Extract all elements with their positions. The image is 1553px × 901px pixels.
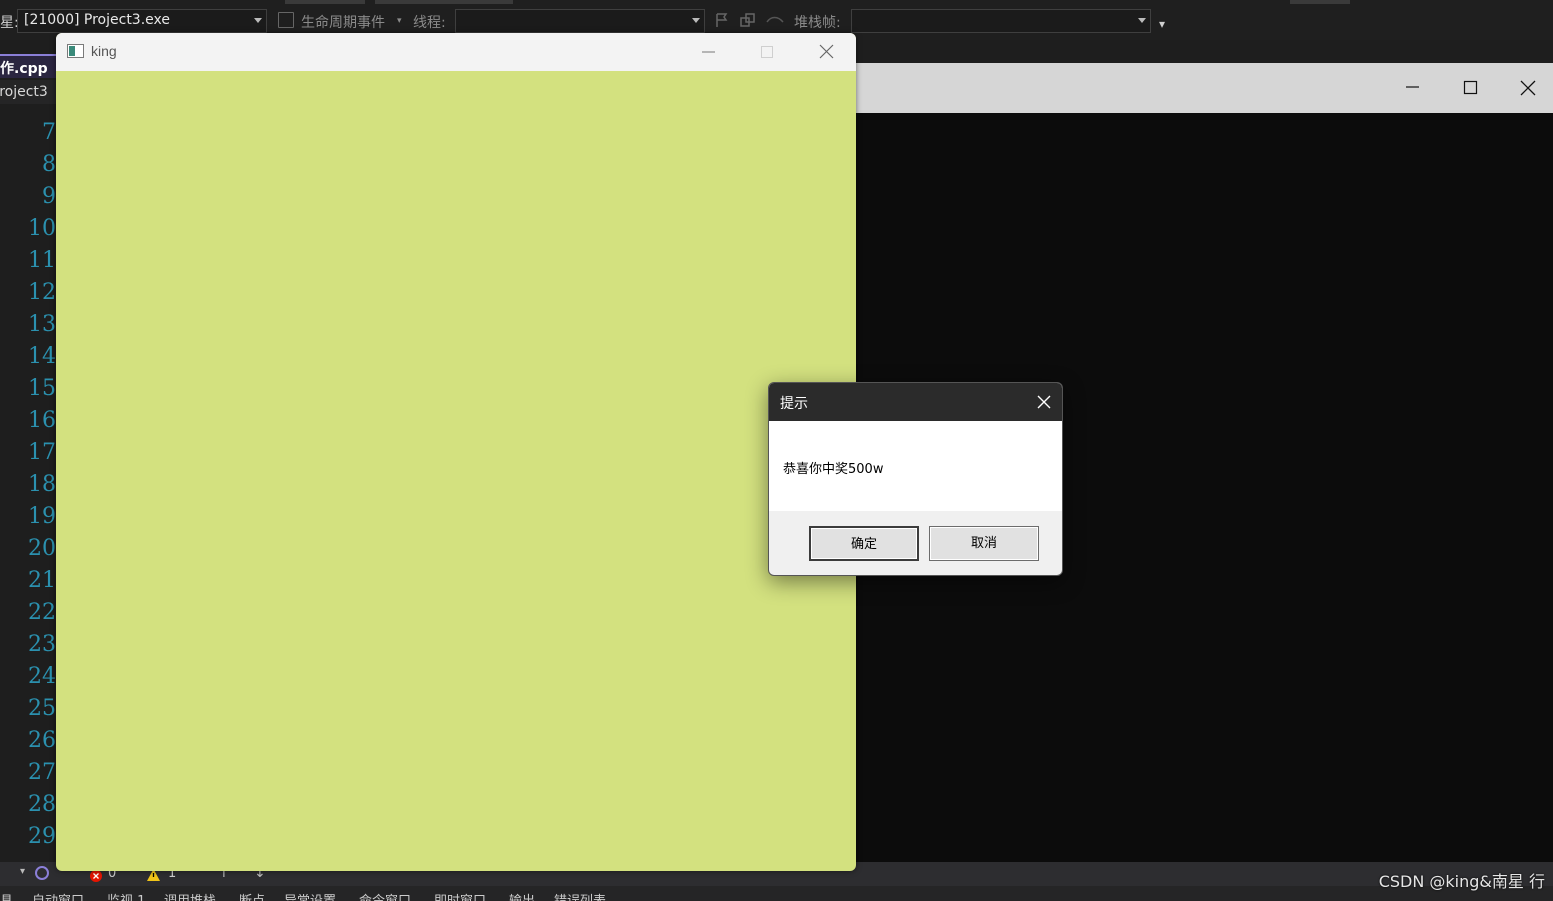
- line-number: 14: [28, 344, 56, 369]
- king-window-title: king: [91, 43, 117, 59]
- tab-project-label: Project3: [0, 84, 48, 100]
- toolbar-strip: [375, 0, 513, 4]
- lifecycle-events-label[interactable]: 生命周期事件: [301, 12, 385, 32]
- chevron-down-icon: [254, 18, 262, 23]
- chevron-down-icon: [692, 18, 700, 23]
- copilot-icon[interactable]: [34, 865, 50, 881]
- line-number: 16: [28, 408, 56, 433]
- line-number: 18: [28, 472, 56, 497]
- process-select-value: [21000] Project3.exe: [24, 12, 171, 28]
- bottom-tab[interactable]: 异常设置: [284, 890, 336, 901]
- line-number: 15: [28, 376, 56, 401]
- line-number: 26: [28, 728, 56, 753]
- watermark: CSDN @king&南星 行: [1379, 868, 1545, 892]
- line-number: 27: [28, 760, 56, 785]
- message-box-body: 恭喜你中奖500w: [769, 421, 1062, 511]
- line-number: 28: [28, 792, 56, 817]
- line-number: 21: [28, 568, 56, 593]
- bottom-tab[interactable]: 具: [0, 890, 13, 901]
- tab-source-file-label: 操作.cpp: [0, 61, 48, 77]
- line-number: 24: [28, 664, 56, 689]
- tab-project[interactable]: Project3: [0, 80, 56, 104]
- line-number: 20: [28, 536, 56, 561]
- stackframe-select[interactable]: [851, 9, 1151, 33]
- lifecycle-events-icon[interactable]: [278, 12, 294, 28]
- line-number: 17: [28, 440, 56, 465]
- toolbar-strip: [1290, 0, 1350, 4]
- thread-label: 线程:: [413, 15, 446, 31]
- bottom-tab[interactable]: 调用堆栈: [164, 890, 216, 901]
- tab-source-file[interactable]: 操作.cpp: [0, 54, 56, 78]
- maximize-icon: [747, 33, 787, 72]
- minimize-icon[interactable]: [1393, 67, 1433, 107]
- line-number: 19: [28, 504, 56, 529]
- king-client-area[interactable]: [56, 71, 856, 871]
- king-titlebar[interactable]: king: [56, 33, 856, 71]
- line-number: 10: [28, 216, 56, 241]
- console-titlebar[interactable]: [855, 63, 1553, 113]
- chevron-down-icon: ▾: [397, 16, 402, 26]
- line-number: 9: [42, 184, 56, 209]
- line-number: 29: [28, 824, 56, 849]
- app-icon: [67, 44, 84, 58]
- line-number: 7: [42, 120, 56, 145]
- thread-select[interactable]: [455, 9, 705, 33]
- close-icon[interactable]: [1508, 67, 1548, 107]
- process-select[interactable]: [21000] Project3.exe: [17, 9, 267, 33]
- message-text: 恭喜你中奖500w: [783, 462, 884, 477]
- minimize-icon[interactable]: [689, 33, 729, 72]
- bottom-tab[interactable]: 输出: [509, 890, 535, 901]
- line-number: 11: [28, 248, 56, 273]
- toolbar-strip: [285, 0, 365, 4]
- message-box-title: 提示: [780, 396, 808, 412]
- line-number: 25: [28, 696, 56, 721]
- bottom-tab[interactable]: 即时窗口: [434, 890, 486, 901]
- close-icon[interactable]: [1030, 388, 1058, 416]
- king-window[interactable]: king: [56, 33, 856, 871]
- line-number: 12: [28, 280, 56, 305]
- toolbar-overflow-icon[interactable]: ▾: [1159, 17, 1165, 31]
- line-number: 22: [28, 600, 56, 625]
- line-number: 8: [42, 152, 56, 177]
- bottom-tab[interactable]: 命令窗口: [359, 890, 411, 901]
- line-number: 13: [28, 312, 56, 337]
- cancel-button-label: 取消: [970, 536, 997, 551]
- bottom-tab[interactable]: 断点: [239, 890, 265, 901]
- chevron-down-icon: [1138, 18, 1146, 23]
- stackframe-label: 堆栈帧:: [794, 15, 841, 31]
- process-label: 星:: [0, 15, 19, 31]
- show-threads-icon[interactable]: [766, 12, 784, 28]
- threads-filter-icon[interactable]: [740, 12, 756, 28]
- close-icon[interactable]: [806, 33, 846, 72]
- chevron-down-icon[interactable]: ▾: [20, 866, 25, 877]
- bottom-tab[interactable]: 错误列表: [554, 890, 606, 901]
- watermark-text: CSDN @king&南星: [1378, 872, 1524, 891]
- bottom-tool-tabs: 具 自动窗口 监视 1 调用堆栈 断点 异常设置 命令窗口 即时窗口 输出 错误列表: [0, 886, 1553, 901]
- bottom-tab[interactable]: 自动窗口: [32, 890, 84, 901]
- flag-icon[interactable]: [714, 12, 730, 28]
- line-number: 23: [28, 632, 56, 657]
- ok-button[interactable]: 确定: [809, 526, 919, 561]
- bottom-tab[interactable]: 监视 1: [107, 890, 145, 901]
- ok-button-label: 确定: [850, 537, 877, 552]
- message-box-titlebar[interactable]: 提示: [769, 383, 1062, 421]
- maximize-icon[interactable]: [1451, 67, 1491, 107]
- message-box-dialog[interactable]: 提示 恭喜你中奖500w 确定 取消: [768, 382, 1063, 576]
- line-number-gutter: 7 8 9 10 11 12 13 14 15 16 17 18 19 20 21 22 23 24 25 26 27 2…: [0, 104, 56, 864]
- cancel-button[interactable]: 取消: [929, 526, 1039, 561]
- watermark-suffix: 行: [1528, 872, 1545, 891]
